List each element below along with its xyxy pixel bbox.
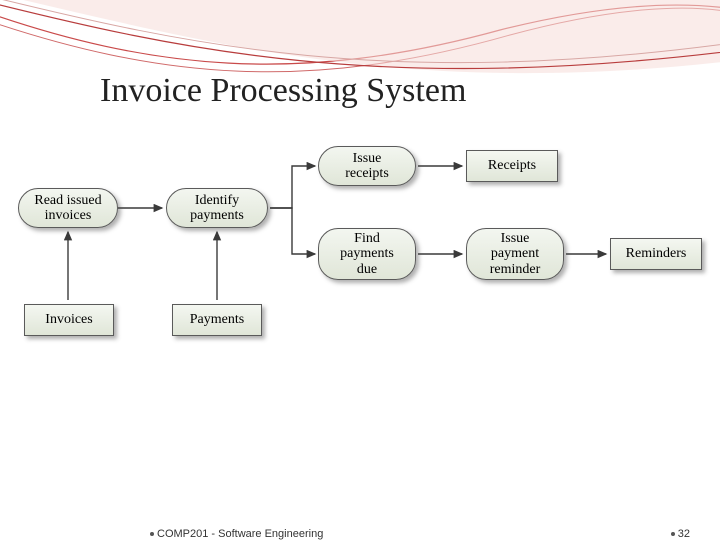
bullet-icon (671, 532, 675, 536)
store-receipts: Receipts (466, 150, 558, 182)
process-identify-payments: Identify payments (166, 188, 268, 228)
store-invoices: Invoices (24, 304, 114, 336)
process-read-issued-invoices: Read issued invoices (18, 188, 118, 228)
bullet-icon (150, 532, 154, 536)
process-issue-receipts: Issue receipts (318, 146, 416, 186)
flow-diagram: Read issued invoices Identify payments I… (0, 130, 720, 470)
footer-page-number: 32 (678, 528, 690, 540)
footer-course: COMP201 - Software Engineering (150, 528, 323, 540)
store-reminders: Reminders (610, 238, 702, 270)
process-issue-payment-reminder: Issue payment reminder (466, 228, 564, 280)
footer-page: 32 (671, 528, 690, 540)
page-title: Invoice Processing System (100, 72, 466, 110)
footer-course-text: COMP201 - Software Engineering (157, 528, 323, 540)
process-find-payments-due: Find payments due (318, 228, 416, 280)
store-payments: Payments (172, 304, 262, 336)
